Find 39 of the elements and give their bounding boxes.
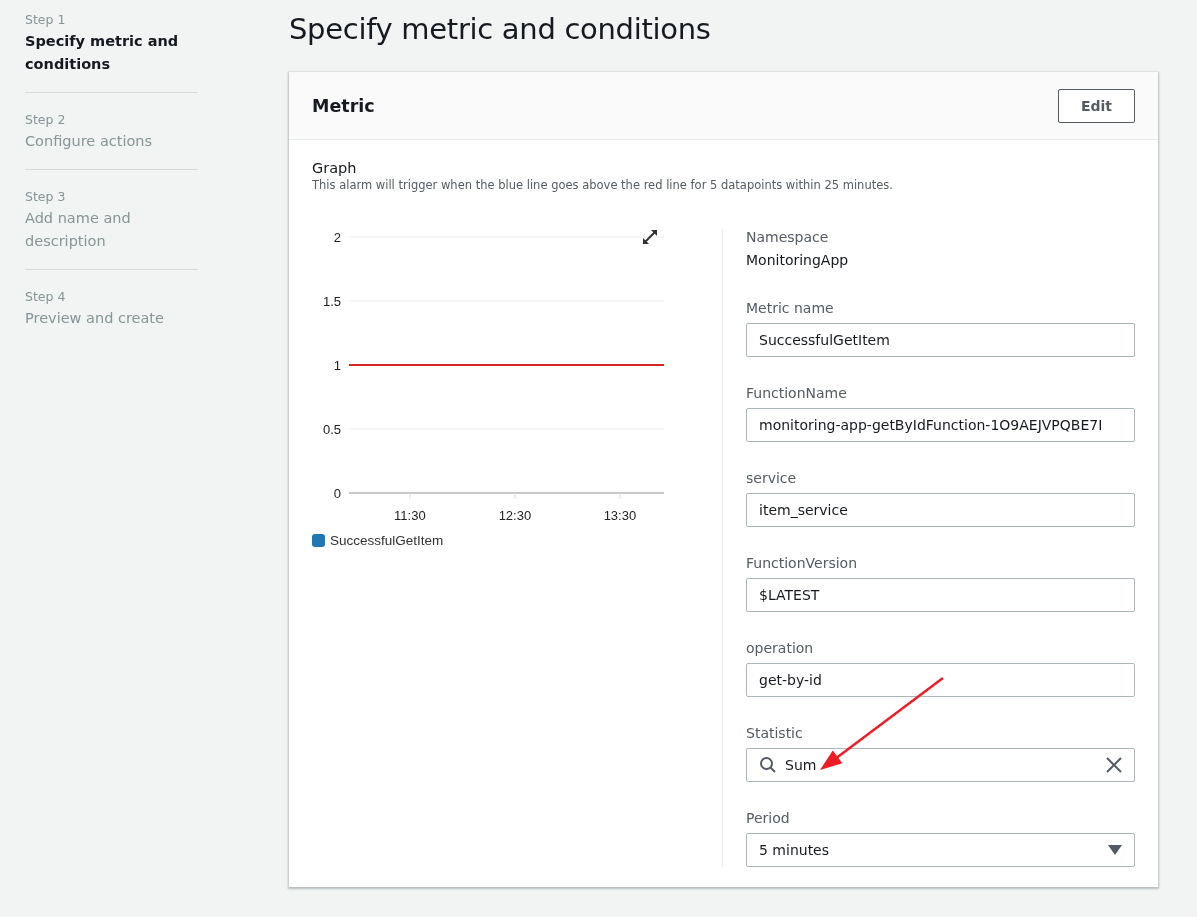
step-number: Step 1: [25, 12, 67, 27]
y-axis-label: 0: [333, 486, 341, 501]
namespace-value: MonitoringApp: [746, 252, 850, 268]
y-axis-label: 0.5: [322, 422, 341, 437]
x-axis-label: 13:30: [603, 508, 637, 523]
search-icon: [759, 756, 777, 774]
field-label: service: [746, 470, 798, 486]
caret-icon: [1108, 845, 1122, 855]
x-axis-label: 11:30: [394, 508, 426, 523]
input-field[interactable]: item_service: [746, 493, 1135, 527]
field-label: Metric name: [746, 300, 835, 316]
dropdown[interactable]: 5 minutes: [746, 833, 1135, 867]
field-label: FunctionName: [746, 385, 848, 401]
input-field[interactable]: SuccessfulGetItem: [746, 323, 1135, 357]
y-axis-label: 2: [333, 230, 341, 245]
card-title: Metric: [312, 95, 375, 116]
expand-icon[interactable]: [643, 230, 657, 244]
field-label: Namespace: [746, 229, 830, 245]
edit-button[interactable]: Edit: [1057, 88, 1135, 123]
clear-icon[interactable]: [1106, 757, 1122, 773]
field-label: FunctionVersion: [746, 555, 859, 571]
graph-title: Graph: [312, 160, 358, 176]
input-field[interactable]: monitoring-app-getByIdFunction-1O9AEJVPQBE7I: [746, 408, 1135, 442]
field-label: Period: [746, 810, 791, 826]
x-axis-label: 12:30: [498, 508, 532, 523]
input-field[interactable]: get-by-id: [746, 663, 1135, 697]
search-field[interactable]: Sum: [746, 748, 1135, 782]
y-axis-label: 1.5: [322, 294, 341, 309]
field-label: operation: [746, 640, 815, 656]
legend-label: SuccessfulGetItem: [330, 533, 444, 548]
step-number: Step 3: [25, 189, 67, 204]
step-number: Step 4: [25, 289, 67, 304]
graph-description: This alarm will trigger when the blue line goes above the red line for 5 datapoints within 25 minutes.: [312, 178, 894, 192]
step-number: Step 2: [25, 112, 67, 127]
step-link[interactable]: Specify metric and conditions: [25, 30, 198, 76]
y-axis-label: 1: [333, 358, 341, 373]
input-field[interactable]: $LATEST: [746, 578, 1135, 612]
page-title: Specify metric and conditions: [289, 12, 712, 46]
field-label: Statistic: [746, 725, 804, 741]
